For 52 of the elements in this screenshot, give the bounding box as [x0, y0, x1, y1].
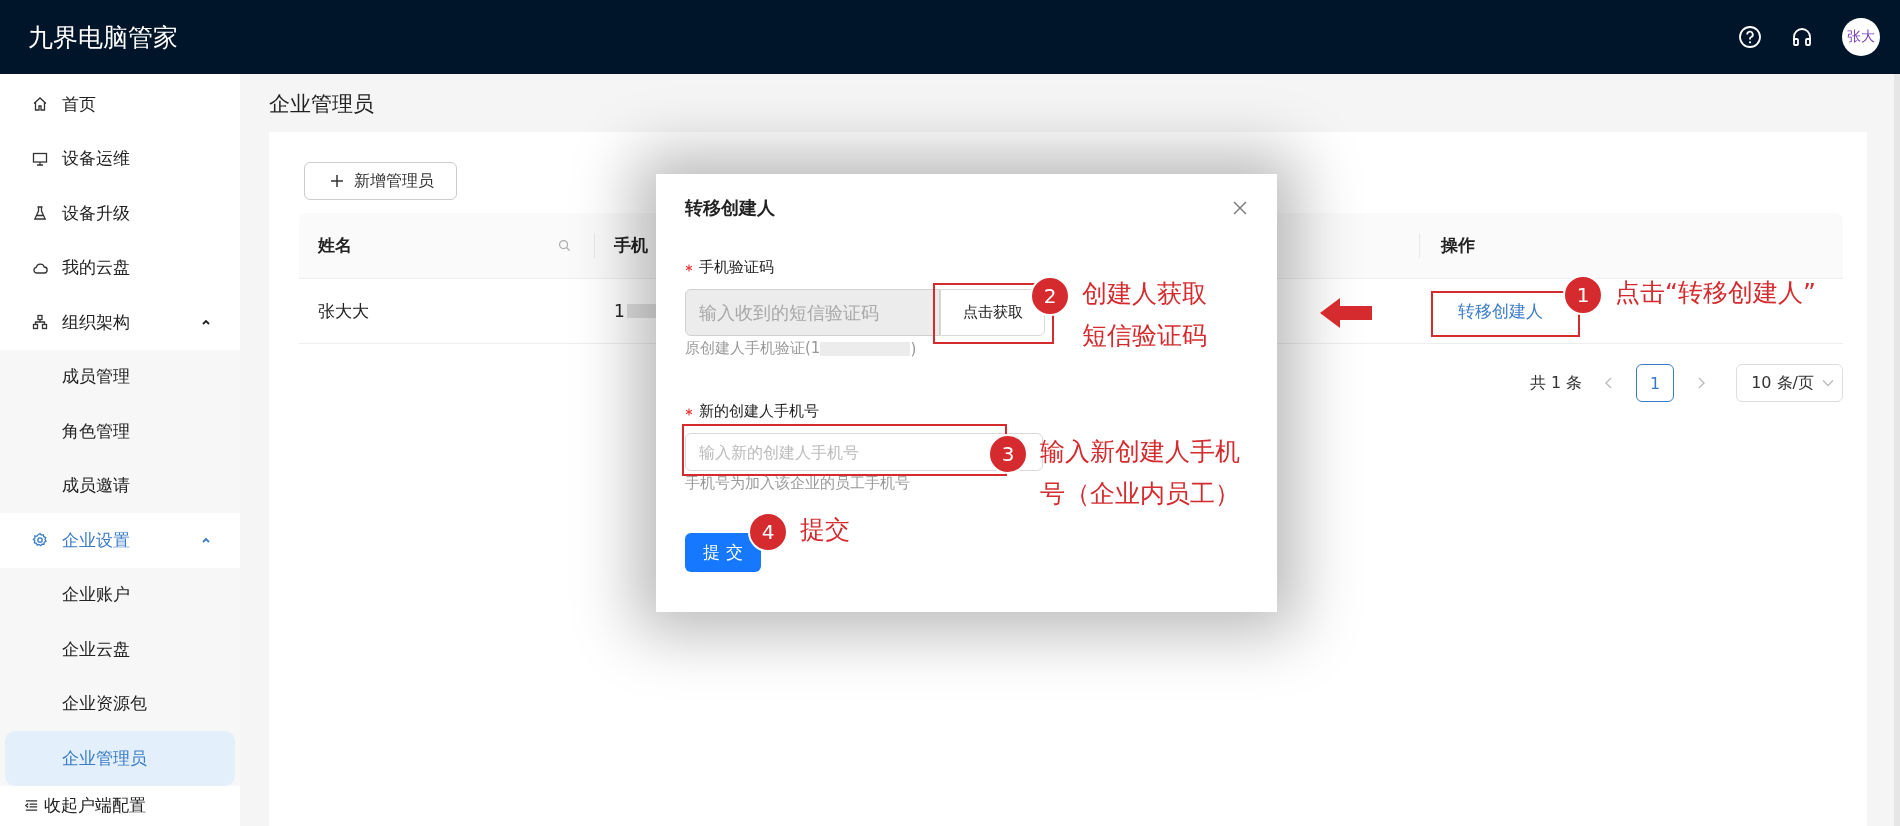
annotation-text: 输入新创建人手机	[1040, 436, 1240, 468]
annotation-text: 创建人获取	[1082, 278, 1207, 310]
table-cell: 1	[614, 301, 625, 321]
sidebar-item[interactable]: 组织架构	[0, 295, 240, 350]
collapse-icon	[24, 797, 39, 813]
close-icon[interactable]	[1232, 200, 1248, 216]
submit-button[interactable]: 提 交	[685, 533, 761, 572]
annotation-text: 号（企业内员工）	[1040, 478, 1240, 510]
plus-icon	[330, 174, 344, 188]
caret-icon	[1822, 379, 1834, 387]
sidebar-subitem[interactable]: 企业账户	[5, 567, 235, 622]
field-label: 新的创建人手机号	[699, 402, 819, 421]
annotation-text: 短信验证码	[1082, 320, 1207, 352]
transfer-link[interactable]: 转移创建人	[1441, 299, 1543, 323]
sidebar-item[interactable]: 设备升级	[0, 186, 240, 241]
page-title: 企业管理员	[269, 91, 375, 118]
home-icon	[32, 96, 48, 113]
sidebar-item[interactable]: 首页	[0, 77, 240, 132]
org-icon	[32, 314, 48, 331]
sidebar-subitem[interactable]: 成员管理	[5, 349, 235, 404]
column-header: 操作	[1441, 234, 1475, 257]
dialog-title: 转移创建人	[685, 196, 775, 220]
field-label: 手机验证码	[699, 258, 774, 277]
sidebar-item[interactable]: 设备运维	[0, 131, 240, 186]
sidebar-subitem[interactable]: 企业管理员	[5, 731, 235, 786]
field-hint: 原创建人手机验证(1	[685, 339, 821, 358]
sidebar-subitem[interactable]: 成员邀请	[5, 458, 235, 513]
column-header: 手机	[614, 234, 648, 257]
table-cell: 张大大	[318, 299, 369, 323]
page-button[interactable]: 1	[1636, 364, 1675, 402]
headset-icon[interactable]	[1790, 25, 1814, 49]
sidebar-item[interactable]: 企业设置	[0, 513, 240, 568]
arrow-drawing	[1320, 298, 1372, 328]
app-title: 九界电脑管家	[28, 21, 178, 54]
collapse-button[interactable]: 收起户端配置	[0, 785, 240, 817]
sidebar-subitem[interactable]: 企业资源包	[5, 676, 235, 731]
add-admin-button[interactable]: 新增管理员	[304, 162, 457, 200]
annotation-text: 点击“转移创建人”	[1615, 277, 1816, 309]
column-header: 姓名	[318, 234, 352, 257]
sidebar-item[interactable]: 我的云盘	[0, 240, 240, 295]
annotation-text: 提交	[800, 514, 850, 546]
help-icon[interactable]	[1738, 25, 1762, 49]
sidebar-subitem[interactable]: 角色管理	[5, 404, 235, 459]
user-avatar[interactable]: 张大	[1842, 18, 1880, 56]
field-hint: 手机号为加入该企业的员工手机号	[685, 474, 910, 493]
total-count: 共 1 条	[1529, 372, 1583, 394]
flask-icon	[32, 205, 48, 222]
page-size-select[interactable]: 10 条/页	[1736, 364, 1843, 402]
monitor-icon	[32, 150, 48, 167]
field-hint: )	[910, 339, 917, 358]
gear-icon	[32, 532, 48, 549]
sidebar-subitem[interactable]: 企业云盘	[5, 622, 235, 677]
